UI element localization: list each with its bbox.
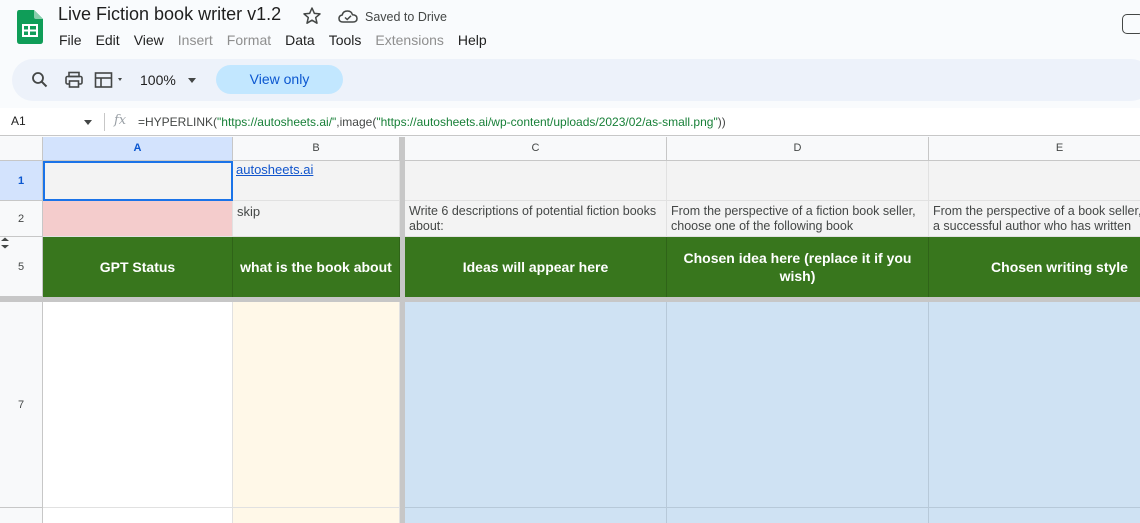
cell-e2[interactable]: From the perspective of a book seller, a… (929, 201, 1140, 237)
menu-insert[interactable]: Insert (171, 30, 220, 52)
header-book-about[interactable]: what is the book about (233, 237, 400, 297)
cell-e1[interactable] (929, 161, 1140, 201)
cell-d2-text: From the perspective of a fiction book s… (671, 204, 916, 233)
formula-divider (104, 113, 105, 131)
cell-b2[interactable]: skip (233, 201, 400, 237)
formula-suffix: )) (717, 115, 726, 129)
format-painter-icon[interactable] (94, 70, 128, 90)
menu-tools[interactable]: Tools (322, 30, 369, 52)
search-icon[interactable] (30, 70, 50, 90)
cell-c1[interactable] (405, 161, 667, 201)
column-header-e[interactable]: E (929, 137, 1140, 161)
column-header-b[interactable]: B (233, 137, 400, 161)
header-writing-style[interactable]: Chosen writing style (929, 237, 1140, 297)
cell-d1[interactable] (667, 161, 929, 201)
saved-status: Saved to Drive (365, 10, 447, 24)
select-all-corner[interactable] (0, 137, 43, 161)
autosheets-link[interactable]: autosheets.ai (233, 161, 399, 178)
cell-e8[interactable] (929, 508, 1140, 523)
column-header-a[interactable]: A (43, 137, 233, 161)
cell-c7[interactable] (405, 302, 667, 508)
sheets-logo-icon[interactable] (17, 10, 43, 44)
menu-format[interactable]: Format (220, 30, 278, 52)
frozen-row-divider[interactable] (0, 297, 1140, 302)
spreadsheet-grid[interactable]: A B C D E 1 2 5 7 autosheets.ai skip Wri… (0, 137, 1140, 523)
document-title[interactable]: Live Fiction book writer v1.2 (58, 4, 281, 25)
menu-view[interactable]: View (127, 30, 171, 52)
cell-d7[interactable] (667, 302, 929, 508)
cell-b1[interactable]: autosheets.ai (233, 161, 400, 201)
zoom-select[interactable]: 100% (140, 72, 176, 88)
toolbar: 100% View only (12, 59, 1140, 101)
cell-d2[interactable]: From the perspective of a fiction book s… (667, 201, 929, 237)
menu-extensions[interactable]: Extensions (368, 30, 450, 52)
cell-b8[interactable] (233, 508, 400, 523)
formula-input[interactable]: =HYPERLINK("https://autosheets.ai/",imag… (138, 115, 726, 129)
formula-url-arg: "https://autosheets.ai/" (217, 115, 337, 129)
menu-bar: File Edit View Insert Format Data Tools … (52, 30, 494, 52)
cell-b7[interactable] (233, 302, 400, 508)
menu-data[interactable]: Data (278, 30, 322, 52)
cell-e7[interactable] (929, 302, 1140, 508)
formula-bar: A1 fx =HYPERLINK("https://autosheets.ai/… (0, 108, 1140, 136)
cell-a7[interactable] (43, 302, 233, 508)
menu-file[interactable]: File (52, 30, 89, 52)
row-header-2[interactable]: 2 (0, 201, 43, 237)
title-bar: Live Fiction book writer v1.2 Saved to D… (0, 0, 1140, 56)
fx-icon: fx (114, 113, 127, 128)
row-header-8[interactable] (0, 508, 43, 523)
name-box-chevron-icon[interactable] (84, 120, 92, 125)
menu-help[interactable]: Help (451, 30, 494, 52)
cell-a1[interactable] (43, 161, 233, 201)
row-header-7[interactable]: 7 (0, 302, 43, 508)
cell-a2[interactable] (43, 201, 233, 237)
cell-e2-text: From the perspective of a book seller, a… (933, 204, 1140, 233)
formula-mid: ,image( (336, 115, 377, 129)
header-chosen-idea[interactable]: Chosen idea here (replace it if you wish… (667, 237, 929, 297)
hidden-rows-arrows-icon[interactable] (0, 237, 10, 249)
formula-prefix: =HYPERLINK( (138, 115, 218, 129)
cell-b2-text: skip (237, 204, 261, 219)
cell-c2-text: Write 6 descriptions of potential fictio… (409, 204, 657, 233)
frozen-column-divider[interactable] (400, 137, 405, 523)
header-ideas[interactable]: Ideas will appear here (405, 237, 667, 297)
column-header-c[interactable]: C (405, 137, 667, 161)
star-icon[interactable] (302, 6, 322, 26)
header-gpt-status[interactable]: GPT Status (43, 237, 233, 297)
row-header-1[interactable]: 1 (0, 161, 43, 201)
view-only-button[interactable]: View only (216, 65, 343, 94)
print-icon[interactable] (64, 70, 84, 90)
cell-a8[interactable] (43, 508, 233, 523)
column-header-d[interactable]: D (667, 137, 929, 161)
cell-d8[interactable] (667, 508, 929, 523)
cloud-saved-icon[interactable] (338, 8, 358, 24)
comments-icon[interactable] (1122, 14, 1140, 34)
chevron-down-icon[interactable] (188, 78, 196, 83)
menu-edit[interactable]: Edit (89, 30, 127, 52)
formula-image-arg: "https://autosheets.ai/wp-content/upload… (376, 115, 718, 129)
cell-c2[interactable]: Write 6 descriptions of potential fictio… (405, 201, 667, 237)
cell-c8[interactable] (405, 508, 667, 523)
